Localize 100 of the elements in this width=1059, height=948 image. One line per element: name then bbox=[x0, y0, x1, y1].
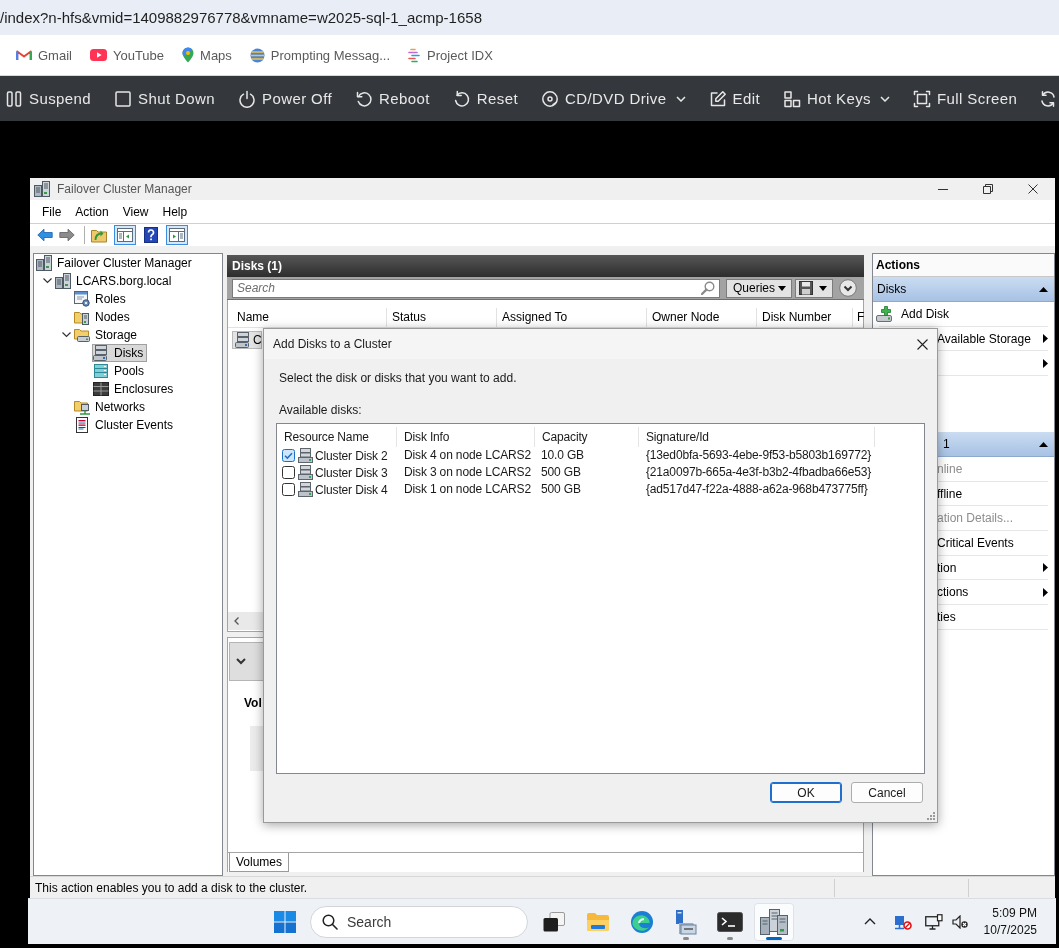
column-header[interactable]: Disk Info bbox=[397, 427, 535, 447]
toolbar-button[interactable] bbox=[166, 225, 188, 245]
checkbox[interactable] bbox=[282, 449, 295, 462]
bookmark-link[interactable]: Maps bbox=[182, 47, 232, 63]
edit-icon bbox=[708, 89, 727, 108]
column-header[interactable]: Owner Node bbox=[647, 308, 757, 327]
menu-item[interactable]: View bbox=[115, 202, 156, 221]
toolbar-button[interactable]: Full Screen bbox=[913, 83, 1018, 114]
address-bar[interactable]: /index?n-hfs&vmid=1409882976778&vmname=w2025-sql-1_acmp-1658 bbox=[0, 0, 1059, 35]
column-header[interactable]: Name bbox=[228, 308, 387, 327]
bookmark-link[interactable]: YouTube bbox=[89, 47, 165, 63]
server-stack-icon bbox=[55, 273, 71, 289]
squares-icon bbox=[782, 89, 801, 108]
speaker-muted-icon[interactable] bbox=[951, 914, 968, 929]
tree-item[interactable]: Pools bbox=[92, 362, 149, 380]
menu-item[interactable]: File bbox=[35, 202, 69, 221]
toolbar-button[interactable] bbox=[114, 225, 136, 245]
bookmark-link[interactable]: Prompting Messag... bbox=[249, 47, 391, 63]
checkbox[interactable] bbox=[282, 466, 295, 479]
disk-stack-icon bbox=[298, 465, 313, 480]
close-icon[interactable] bbox=[1027, 184, 1038, 194]
resize-grip-icon[interactable] bbox=[927, 812, 935, 820]
server-stack-icon bbox=[760, 908, 788, 935]
tree-item[interactable]: Roles bbox=[73, 290, 130, 308]
map-pin-icon bbox=[182, 47, 195, 63]
folder-network-icon bbox=[74, 399, 90, 415]
tree-item[interactable]: Networks bbox=[73, 398, 149, 416]
list-item[interactable]: C bbox=[232, 331, 262, 349]
save-icon bbox=[799, 281, 813, 295]
chevron-down-icon[interactable] bbox=[61, 332, 71, 338]
toolbar-button[interactable]: Reset bbox=[452, 83, 518, 114]
column-header[interactable]: Assigned To bbox=[497, 308, 647, 327]
toolbar-button[interactable]: CD/DVD Drive bbox=[541, 83, 686, 114]
action-link[interactable]: ties bbox=[937, 609, 956, 624]
caret-icon bbox=[778, 285, 786, 291]
column-header[interactable]: Resource Name bbox=[277, 427, 397, 447]
table-cell-text: {21a0097b-665a-4e3f-b3b2-4fbadba66e53} bbox=[644, 464, 873, 481]
dialog-button[interactable]: Cancel bbox=[851, 782, 923, 803]
toolbar-button[interactable]: Suspend bbox=[5, 83, 92, 114]
tree-item[interactable]: Storage bbox=[73, 326, 142, 344]
forward-arrow-icon bbox=[59, 228, 75, 242]
search-field[interactable]: Search bbox=[232, 278, 720, 298]
bookmark-link[interactable]: Project IDX bbox=[408, 47, 493, 63]
back-arrow-icon bbox=[37, 228, 53, 242]
section-header[interactable]: Disks bbox=[873, 277, 1054, 302]
toolbar-button[interactable]: Shut Down bbox=[114, 83, 215, 114]
taskbar-app-button[interactable] bbox=[754, 902, 794, 941]
column-header[interactable]: F bbox=[853, 308, 865, 327]
globe-icon bbox=[249, 47, 265, 63]
dialog-title: Add Disks to a Cluster bbox=[273, 337, 392, 351]
section-header[interactable]: 1 bbox=[937, 432, 1054, 457]
monitor-icon[interactable] bbox=[924, 913, 943, 930]
action-link[interactable]: Add Disk bbox=[876, 305, 950, 322]
restore-icon[interactable] bbox=[982, 184, 993, 194]
menu-item[interactable]: Help bbox=[155, 202, 195, 221]
tab[interactable]: Volumes bbox=[229, 853, 290, 872]
dialog-button[interactable]: OK bbox=[770, 782, 842, 803]
checkbox[interactable] bbox=[282, 483, 295, 496]
column-header[interactable]: Disk Number bbox=[757, 308, 853, 327]
action-link[interactable]: Critical Events bbox=[937, 535, 1014, 550]
toolbar-button[interactable]: Reboot bbox=[355, 83, 430, 114]
save-query-button[interactable] bbox=[795, 278, 833, 298]
horizontal-scrollbar[interactable] bbox=[228, 612, 263, 630]
action-link[interactable]: tion bbox=[937, 560, 957, 575]
clock-time: 5:09 PM bbox=[992, 904, 1037, 922]
expand-circle-icon[interactable] bbox=[839, 279, 857, 297]
table-cell: Cluster Disk 3 bbox=[315, 465, 388, 480]
tree-item[interactable]: LCARS.borg.local bbox=[54, 272, 176, 290]
menu-item[interactable]: Action bbox=[68, 202, 116, 221]
tree-item[interactable]: Cluster Events bbox=[73, 416, 178, 434]
toolbar-button[interactable]: Power Off bbox=[238, 83, 333, 114]
server-stack-icon bbox=[34, 181, 50, 197]
disk-list[interactable] bbox=[276, 423, 925, 774]
column-header[interactable]: Status bbox=[387, 308, 497, 327]
action-link[interactable]: ctions bbox=[937, 585, 969, 600]
toolbar-button[interactable]: Edit bbox=[708, 83, 760, 114]
pool-icon bbox=[93, 363, 109, 379]
windows-logo-icon bbox=[274, 910, 296, 933]
action-link[interactable]: ffline bbox=[937, 486, 963, 501]
disk-stack-icon bbox=[93, 345, 109, 361]
column-header[interactable]: Signature/Id bbox=[638, 427, 876, 447]
panel-left-icon bbox=[117, 228, 133, 242]
pane-header: Disks (1) bbox=[227, 255, 864, 277]
queries-button[interactable]: Queries bbox=[726, 278, 792, 298]
action-link[interactable]: Available Storage bbox=[937, 331, 1031, 346]
column-header[interactable]: Capacity bbox=[534, 427, 639, 447]
tree-item[interactable]: Enclosures bbox=[92, 380, 178, 398]
server-stack-icon bbox=[36, 255, 52, 271]
table-cell: Cluster Disk 4 bbox=[315, 482, 388, 497]
disc-icon bbox=[541, 89, 559, 108]
tree-item[interactable]: Nodes bbox=[73, 308, 134, 326]
chevron-down-icon[interactable] bbox=[42, 278, 52, 284]
tree-item[interactable]: Disks bbox=[92, 344, 148, 362]
network-alert-icon[interactable] bbox=[893, 913, 912, 930]
table-cell-text: Disk 1 on node LCARS2 bbox=[403, 481, 532, 498]
chevron-up-icon[interactable] bbox=[863, 918, 876, 925]
bookmark-link[interactable]: Gmail bbox=[16, 47, 72, 63]
toolbar-button[interactable]: Hot Keys bbox=[782, 83, 890, 114]
tree-item[interactable]: Failover Cluster Manager bbox=[35, 254, 196, 272]
table-cell-text: Disk 3 on node LCARS2 bbox=[403, 464, 532, 481]
